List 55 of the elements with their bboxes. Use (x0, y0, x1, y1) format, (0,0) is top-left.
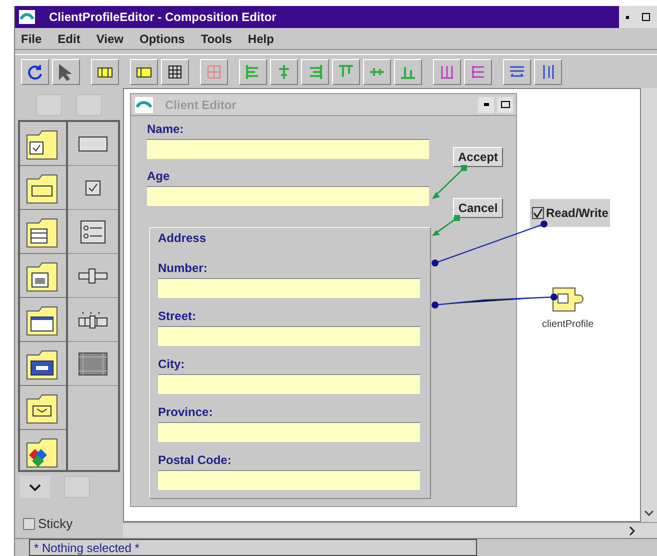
text-field[interactable] (147, 186, 429, 206)
sticky-checkbox[interactable] (23, 518, 35, 530)
app-icon[interactable] (135, 96, 153, 112)
read-write-part[interactable]: Read/Write (530, 199, 610, 227)
minimize-icon[interactable] (478, 96, 494, 112)
client-profile-label: clientProfile (542, 318, 594, 332)
grid-panel-icon[interactable] (77, 350, 109, 376)
field-label: Street: (158, 309, 198, 325)
sticky-label: Sticky (38, 515, 73, 533)
toolbar-button[interactable] (91, 58, 119, 84)
toolbar-button[interactable] (21, 58, 49, 84)
text-field[interactable] (158, 326, 420, 346)
menu-item[interactable]: Edit (58, 30, 80, 48)
menu-item[interactable]: Help (248, 30, 274, 48)
minimize-icon[interactable] (626, 16, 629, 18)
read-write-checkbox[interactable] (532, 207, 544, 219)
read-write-label: Read/Write (546, 205, 608, 222)
text-field[interactable] (158, 422, 420, 442)
horizontal-scrollbar[interactable] (123, 522, 657, 538)
maximize-icon[interactable] (642, 13, 650, 21)
group-title: Address (158, 230, 208, 247)
grid-icon (205, 62, 223, 80)
field-label: Age (147, 169, 171, 185)
vertical-scrollbar[interactable] (641, 88, 657, 522)
maximize-icon[interactable] (497, 96, 513, 112)
toolbar-button[interactable] (503, 58, 531, 84)
dialog-button[interactable]: Cancel (453, 198, 504, 218)
menu-item[interactable]: View (96, 30, 124, 48)
menu-item[interactable]: Options (139, 30, 185, 48)
chevron-right-icon (629, 526, 635, 536)
menu-item[interactable]: File (21, 30, 42, 48)
menu-item[interactable]: Tools (200, 30, 232, 48)
toolbar-button[interactable] (161, 58, 189, 84)
toolbar-button[interactable] (130, 58, 158, 84)
scroll-down-button[interactable] (20, 476, 50, 498)
dialog-button[interactable]: Accept (453, 147, 504, 167)
status-text: * Nothing selected * (29, 539, 477, 556)
puzzle-piece-icon[interactable] (550, 285, 586, 313)
toolbar-button[interactable] (534, 58, 562, 84)
field-label: City: (158, 357, 186, 373)
field-label: Number: (158, 261, 208, 277)
toolbar-button[interactable] (52, 58, 80, 84)
text-field[interactable] (158, 278, 420, 298)
grid-icon (166, 62, 184, 80)
window-title: ClientProfileEditor - Composition Editor (49, 9, 276, 26)
text-field[interactable] (158, 374, 420, 394)
chevron-down-icon (29, 484, 41, 490)
text-field[interactable] (158, 470, 420, 490)
chevron-down-icon (644, 510, 654, 516)
field-label: Province: (158, 405, 214, 421)
text-field[interactable] (147, 139, 429, 159)
app-icon[interactable] (19, 10, 35, 24)
field-label: Postal Code: (158, 453, 232, 469)
refresh-icon (26, 62, 44, 80)
field-label: Name: (147, 122, 185, 138)
